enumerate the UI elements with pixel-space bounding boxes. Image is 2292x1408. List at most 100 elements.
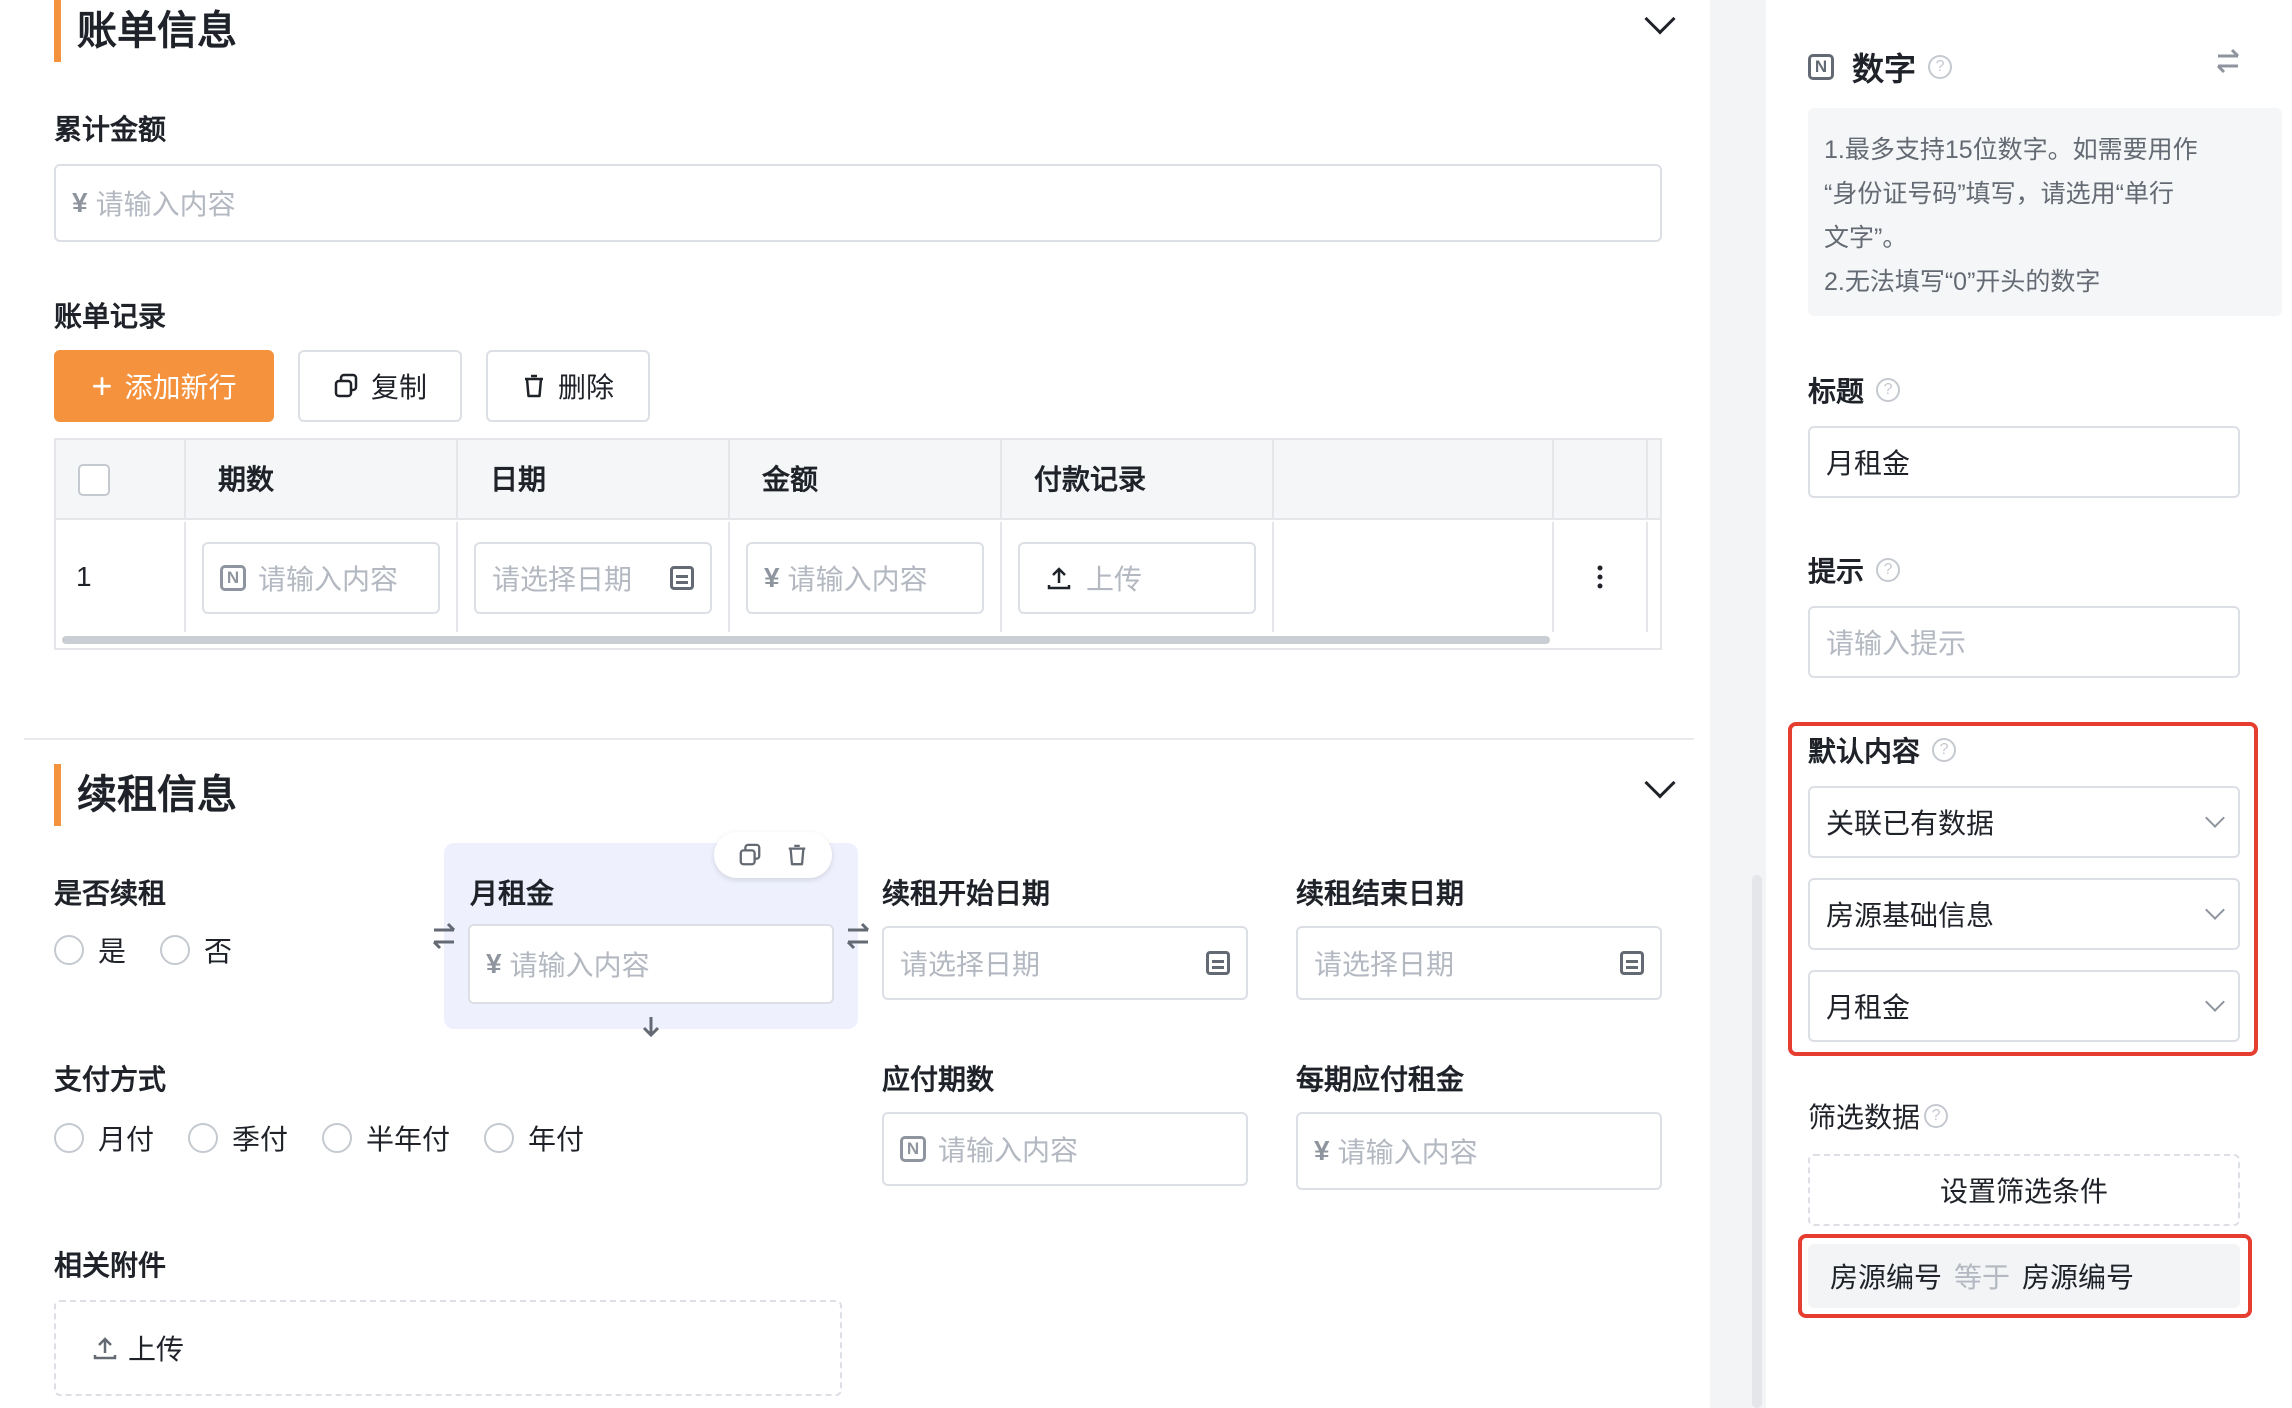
currency-icon: ¥ [486,948,502,979]
radio-label: 是 [98,936,127,967]
renewal-section-title: 续租信息 [54,764,237,826]
radio-option-quarterly[interactable]: 季付 [188,1118,288,1158]
vertical-scrollbar[interactable] [1752,875,1762,1408]
upload-label: 上传 [1086,564,1143,595]
help-icon[interactable]: ? [1928,55,1953,79]
chevron-down-icon[interactable] [1644,767,1676,799]
date-picker[interactable]: 请选择日期 [474,542,712,614]
help-icon[interactable]: ? [1876,558,1901,582]
arrow-down-icon[interactable] [640,1014,662,1040]
table-horizontal-scrollbar[interactable] [62,636,1550,644]
title-label: 标题 [1808,376,1865,407]
radio-circle[interactable] [322,1123,353,1153]
column-header-actions [1554,440,1648,520]
periods-input[interactable]: N 请输入内容 [882,1112,1248,1186]
title-label-row: 标题 ? [1808,370,1901,410]
empty-cell [1274,522,1554,632]
number-icon: N [220,565,246,591]
payment-upload-button[interactable]: 上传 [1018,542,1256,614]
copy-icon[interactable] [738,843,762,867]
radio-option-half-year[interactable]: 半年付 [322,1118,450,1158]
amount-placeholder: 请输入内容 [787,564,928,595]
title-value: 月租金 [1826,448,1911,479]
end-date-label: 续租结束日期 [1296,878,1465,909]
header-checkbox-cell [56,440,186,520]
plus-icon: + [91,365,113,406]
add-row-button[interactable]: + 添加新行 [54,350,274,422]
field-type-note: 1.最多支持15位数字。如需要用作 “身份证号码”填写，请选用“单行 文字”。 … [1808,108,2282,316]
currency-icon: ¥ [764,562,780,593]
filter-data-label: 筛选数据 [1808,1102,1921,1133]
hint-input[interactable]: 请输入提示 [1808,606,2240,678]
amount-input[interactable]: ¥ 请输入内容 [746,542,984,614]
add-row-label: 添加新行 [124,372,237,403]
section-divider [24,738,1694,740]
help-icon[interactable]: ? [1876,378,1901,402]
currency-icon: ¥ [1314,1135,1330,1166]
rent-input[interactable]: ¥ 请输入内容 [468,924,834,1004]
start-date-label: 续租开始日期 [882,878,1051,909]
default-mode-value: 关联已有数据 [1826,808,1995,839]
column-header-empty [1274,440,1554,520]
radio-circle[interactable] [160,935,191,965]
row-index: 1 [56,522,186,632]
hint-label-row: 提示 ? [1808,550,1901,590]
swap-horizontal-icon[interactable] [844,920,872,952]
title-input[interactable]: 月租金 [1808,426,2240,498]
end-date-picker[interactable]: 请选择日期 [1296,926,1662,1000]
trash-icon[interactable] [786,843,808,867]
calendar-icon [1206,951,1230,975]
note-line: 文字”。 [1824,224,1908,252]
payment-record-cell: 上传 [1002,522,1274,632]
swap-horizontal-icon[interactable] [430,920,458,952]
field-type-header: N 数字 ? [1808,44,1953,90]
copy-button[interactable]: 复制 [298,350,462,422]
filter-rule[interactable]: 房源编号 等于 房源编号 [1808,1244,2240,1308]
filter-rule-left: 房源编号 [1830,1262,1943,1293]
trash-icon [524,374,543,398]
source-field-select[interactable]: 月租金 [1808,970,2240,1042]
radio-circle[interactable] [188,1123,219,1153]
chevron-down-icon [2205,992,2225,1012]
upload-icon [93,1337,117,1360]
radio-circle[interactable] [54,935,84,965]
start-date-picker[interactable]: 请选择日期 [882,926,1248,1000]
radio-option-monthly[interactable]: 月付 [54,1118,154,1158]
period-cell: N 请输入内容 [186,522,458,632]
source-field-value: 月租金 [1826,992,1911,1023]
radio-option-yes[interactable]: 是 [54,930,126,970]
radio-circle[interactable] [484,1123,515,1153]
hint-placeholder: 请输入提示 [1826,628,1967,659]
total-amount-input[interactable]: ¥ 请输入内容 [54,164,1662,242]
delete-button[interactable]: 删除 [486,350,650,422]
properties-panel: N 数字 ? 1.最多支持15位数字。如需要用作 “身份证号码”填写，请选用“单… [1766,0,2292,1408]
attachments-upload-area[interactable]: 上传 [54,1300,842,1396]
default-mode-select[interactable]: 关联已有数据 [1808,786,2240,858]
set-filter-button[interactable]: 设置筛选条件 [1808,1154,2240,1226]
periods-label: 应付期数 [882,1064,995,1095]
radio-label: 年付 [528,1124,585,1155]
filter-rule-operator: 等于 [1954,1262,2011,1293]
row-actions-cell [1554,522,1648,632]
calendar-icon [1620,951,1644,975]
data-source-select[interactable]: 房源基础信息 [1808,878,2240,950]
chevron-down-icon[interactable] [1644,3,1676,35]
copy-icon [334,373,358,398]
calendar-icon [670,566,694,590]
help-icon[interactable]: ? [1924,1104,1949,1128]
select-all-checkbox[interactable] [78,464,110,496]
radio-option-yearly[interactable]: 年付 [484,1118,584,1158]
period-input[interactable]: N 请输入内容 [202,542,440,614]
payment-radio-group: 月付 季付 半年付 年付 [54,1118,618,1158]
more-vertical-icon[interactable] [1596,564,1604,590]
radio-option-no[interactable]: 否 [160,930,232,970]
field-toolbar [714,832,832,878]
radio-label: 季付 [232,1124,289,1155]
switch-type-icon[interactable] [2214,46,2242,76]
per-period-rent-input[interactable]: ¥ 请输入内容 [1296,1112,1662,1190]
date-placeholder: 请选择日期 [492,564,633,595]
radio-circle[interactable] [54,1123,84,1153]
note-line: 2.无法填写“0”开头的数字 [1824,268,2101,296]
help-icon[interactable]: ? [1932,738,1957,762]
period-placeholder: 请输入内容 [258,564,399,595]
